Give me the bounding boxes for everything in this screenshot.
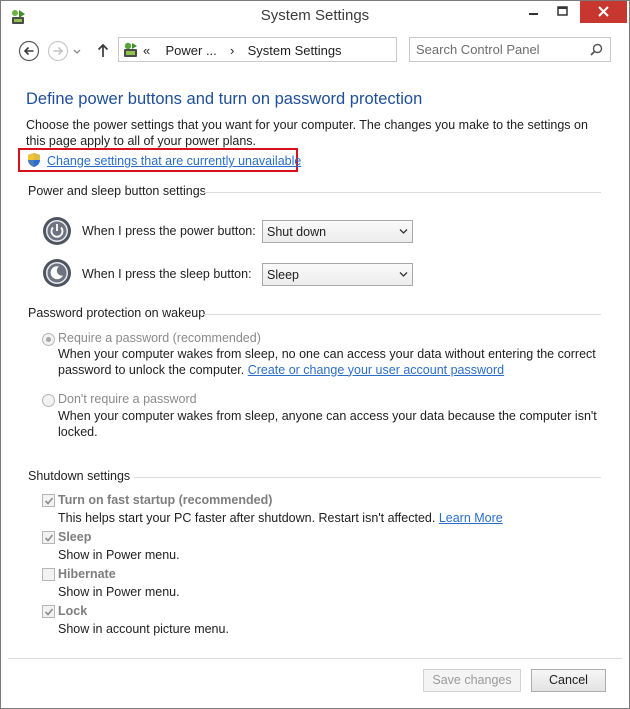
no-password-label: Don't require a password [58, 392, 197, 406]
save-changes-button[interactable]: Save changes [423, 669, 521, 692]
hibernate-label: Hibernate [58, 567, 116, 581]
close-icon [598, 6, 609, 17]
content-pane: Define power buttons and turn on passwor… [1, 68, 629, 658]
no-password-description: When your computer wakes from sleep, any… [58, 409, 597, 439]
up-arrow-icon [97, 43, 109, 57]
breadcrumb: « Power ... › System Settings [143, 43, 342, 58]
cancel-button[interactable]: Cancel [531, 669, 606, 692]
search-input[interactable] [416, 41, 582, 58]
require-password-radio[interactable] [42, 333, 55, 346]
checkmark-icon [44, 534, 54, 542]
lock-checkbox[interactable] [42, 605, 55, 618]
change-password-link[interactable]: Create or change your user account passw… [248, 363, 504, 377]
hibernate-description: Show in Power menu. [58, 585, 180, 599]
breadcrumb-separator[interactable]: › [230, 43, 234, 58]
group-divider [134, 477, 601, 478]
sleep-button-icon [43, 259, 71, 287]
fast-startup-description-text: This helps start your PC faster after sh… [58, 511, 436, 525]
sleep-label: Sleep [58, 530, 92, 544]
hibernate-checkbox[interactable] [42, 568, 55, 581]
group-divider [203, 314, 601, 315]
fast-startup-checkbox[interactable] [42, 494, 55, 507]
navigation-bar: « Power ... › System Settings [1, 32, 629, 68]
require-password-description: When your computer wakes from sleep, no … [58, 347, 598, 378]
maximize-icon [557, 6, 568, 16]
lock-description: Show in account picture menu. [58, 622, 229, 636]
search-box[interactable] [409, 37, 611, 62]
sleep-button-action-select[interactable]: Sleep [262, 263, 413, 286]
minimize-icon [529, 13, 538, 15]
fast-startup-description: This helps start your PC faster after sh… [58, 511, 503, 525]
system-settings-window: System Settings « Power ... › System Set… [0, 0, 630, 709]
sleep-description: Show in Power menu. [58, 548, 180, 562]
back-button[interactable] [18, 40, 40, 62]
forward-button[interactable] [47, 40, 69, 62]
footer-divider [8, 658, 622, 659]
breadcrumb-item-power[interactable]: Power ... [165, 43, 216, 58]
breadcrumb-overflow[interactable]: « [143, 43, 150, 58]
sleep-button-selected-value: Sleep [267, 268, 299, 282]
chevron-down-icon [73, 49, 81, 54]
shutdown-group-label: Shutdown settings [28, 469, 131, 483]
no-password-radio[interactable] [42, 394, 55, 407]
chevron-down-icon [399, 272, 408, 277]
fast-startup-label: Turn on fast startup (recommended) [58, 493, 273, 507]
close-button[interactable] [580, 1, 627, 23]
power-button-label: When I press the power button: [82, 224, 256, 238]
checkmark-icon [44, 497, 54, 505]
recent-locations-button[interactable] [71, 40, 83, 62]
password-group-label: Password protection on wakeup [28, 306, 206, 320]
power-buttons-group-label: Power and sleep button settings [28, 184, 206, 198]
lock-label: Lock [58, 604, 88, 618]
page-title: Define power buttons and turn on passwor… [26, 90, 423, 108]
learn-more-link[interactable]: Learn More [439, 511, 503, 525]
power-button-action-select[interactable]: Shut down [262, 220, 413, 243]
up-button[interactable] [95, 40, 111, 62]
control-panel-icon [124, 42, 137, 57]
title-bar: System Settings [1, 1, 629, 32]
forward-arrow-icon [47, 40, 69, 62]
checkmark-icon [44, 608, 54, 616]
maximize-button[interactable] [549, 1, 576, 23]
power-button-icon [43, 217, 71, 245]
search-icon[interactable] [590, 43, 603, 56]
chevron-down-icon [399, 229, 408, 234]
uac-shield-icon [28, 153, 40, 167]
back-arrow-icon [18, 40, 40, 62]
address-bar[interactable]: « Power ... › System Settings [118, 37, 509, 62]
minimize-button[interactable] [520, 1, 547, 23]
power-button-selected-value: Shut down [267, 225, 327, 239]
require-password-label: Require a password (recommended) [58, 331, 261, 345]
change-unavailable-settings-link[interactable]: Change settings that are currently unava… [47, 154, 301, 168]
sleep-button-label: When I press the sleep button: [82, 267, 252, 281]
breadcrumb-item-system-settings[interactable]: System Settings [248, 43, 342, 58]
group-divider [203, 192, 601, 193]
page-intro: Choose the power settings that you want … [26, 118, 588, 148]
sleep-checkbox[interactable] [42, 531, 55, 544]
